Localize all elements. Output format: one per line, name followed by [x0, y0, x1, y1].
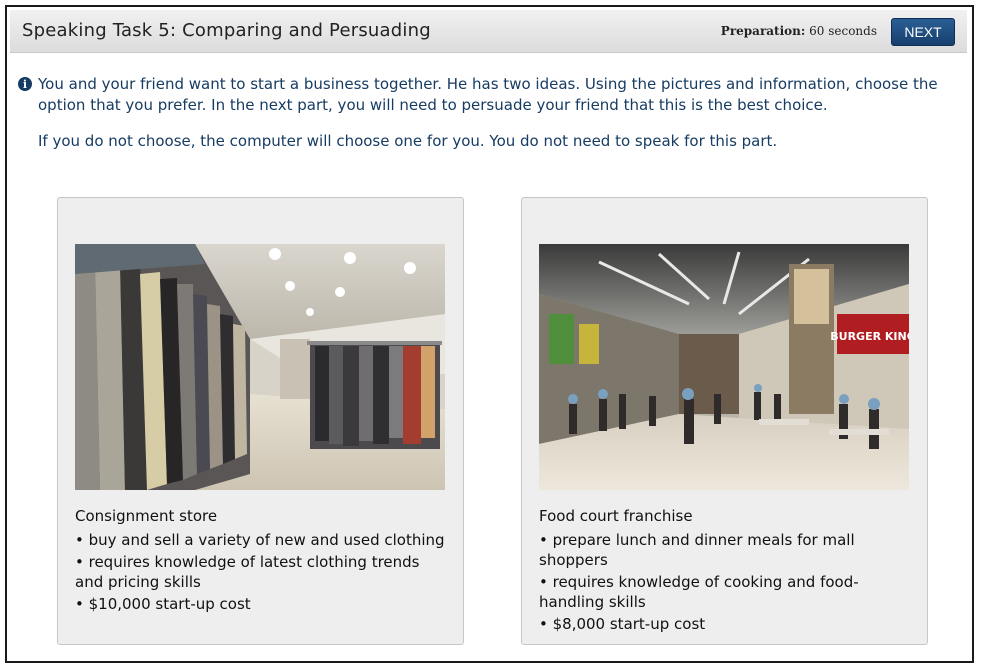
instructions-paragraph: If you do not choose, the computer will … [38, 132, 778, 150]
preparation-label: Preparation: [720, 24, 806, 38]
preparation-value: 60 seconds [809, 24, 877, 38]
option-bullet: • requires knowledge of latest clothing … [75, 553, 420, 591]
burger-king-sign: BURGER KING [830, 330, 909, 343]
option-bullet: • buy and sell a variety of new and used… [75, 531, 445, 549]
next-button[interactable]: NEXT [891, 18, 955, 46]
option-title: Food court franchise [539, 507, 693, 525]
option-title: Consignment store [75, 507, 218, 525]
page-title: Speaking Task 5: Comparing and Persuadin… [22, 20, 431, 41]
option-bullet: • requires knowledge of cooking and food… [539, 573, 859, 611]
option-card-food-court-franchise[interactable]: BURGER KING Food court franchise • prepa… [521, 197, 928, 645]
option-details: Food court franchise • prepare lunch and… [539, 506, 914, 636]
preparation-timer: Preparation: 60 seconds [721, 24, 877, 38]
info-icon: i [18, 77, 32, 91]
task-header: Speaking Task 5: Comparing and Persuadin… [10, 10, 967, 53]
option-bullet: • $10,000 start-up cost [75, 595, 251, 613]
food-court-photo: BURGER KING [539, 244, 909, 490]
instructions: i You and your friend want to start a bu… [18, 74, 938, 167]
option-bullet: • prepare lunch and dinner meals for mal… [539, 531, 855, 569]
consignment-store-photo [75, 244, 445, 490]
option-details: Consignment store • buy and sell a varie… [75, 506, 450, 616]
option-bullet: • $8,000 start-up cost [539, 615, 706, 633]
instructions-paragraph: You and your friend want to start a busi… [38, 75, 938, 114]
option-card-consignment-store[interactable]: Consignment store • buy and sell a varie… [57, 197, 464, 645]
